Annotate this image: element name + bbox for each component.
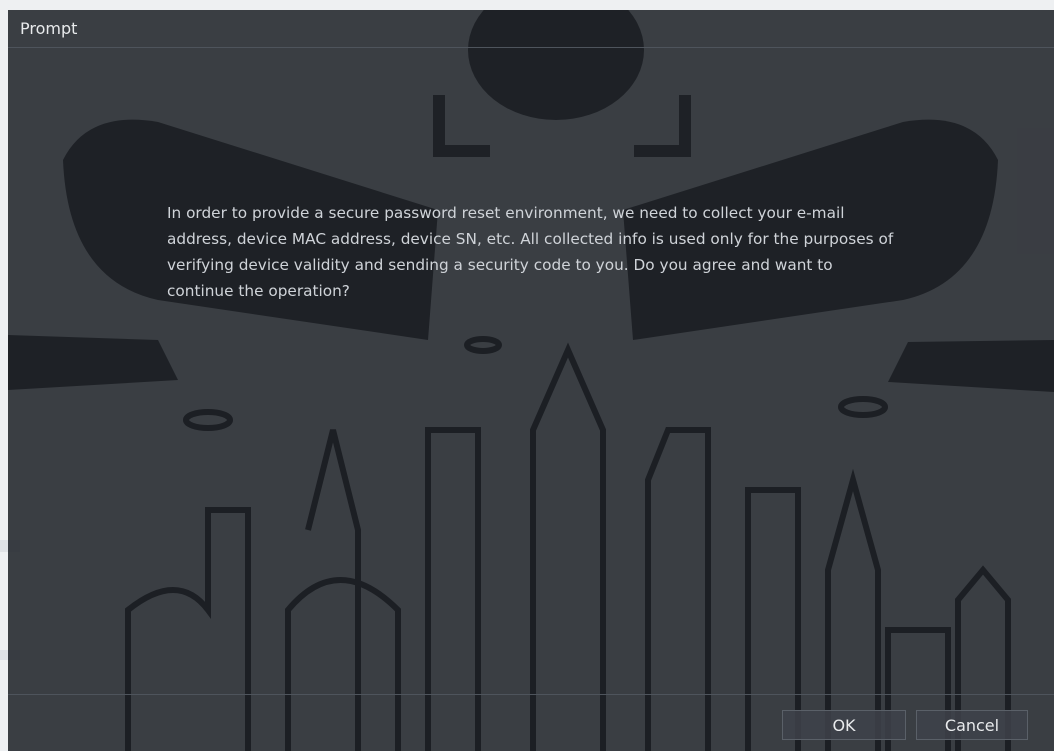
security-camera-icon bbox=[8, 10, 1054, 751]
dialog-message: In order to provide a secure password re… bbox=[167, 204, 894, 300]
screen: Prompt In order to provide a secure pass… bbox=[0, 0, 1054, 751]
dialog-title: Prompt bbox=[20, 19, 78, 38]
footer-divider bbox=[8, 694, 1054, 695]
dialog-titlebar: Prompt bbox=[8, 10, 1054, 48]
cancel-button[interactable]: Cancel bbox=[916, 710, 1028, 740]
prompt-dialog: Prompt In order to provide a secure pass… bbox=[8, 10, 1054, 751]
city-skyline-illustration bbox=[125, 336, 1011, 751]
ok-button[interactable]: OK bbox=[782, 710, 906, 740]
